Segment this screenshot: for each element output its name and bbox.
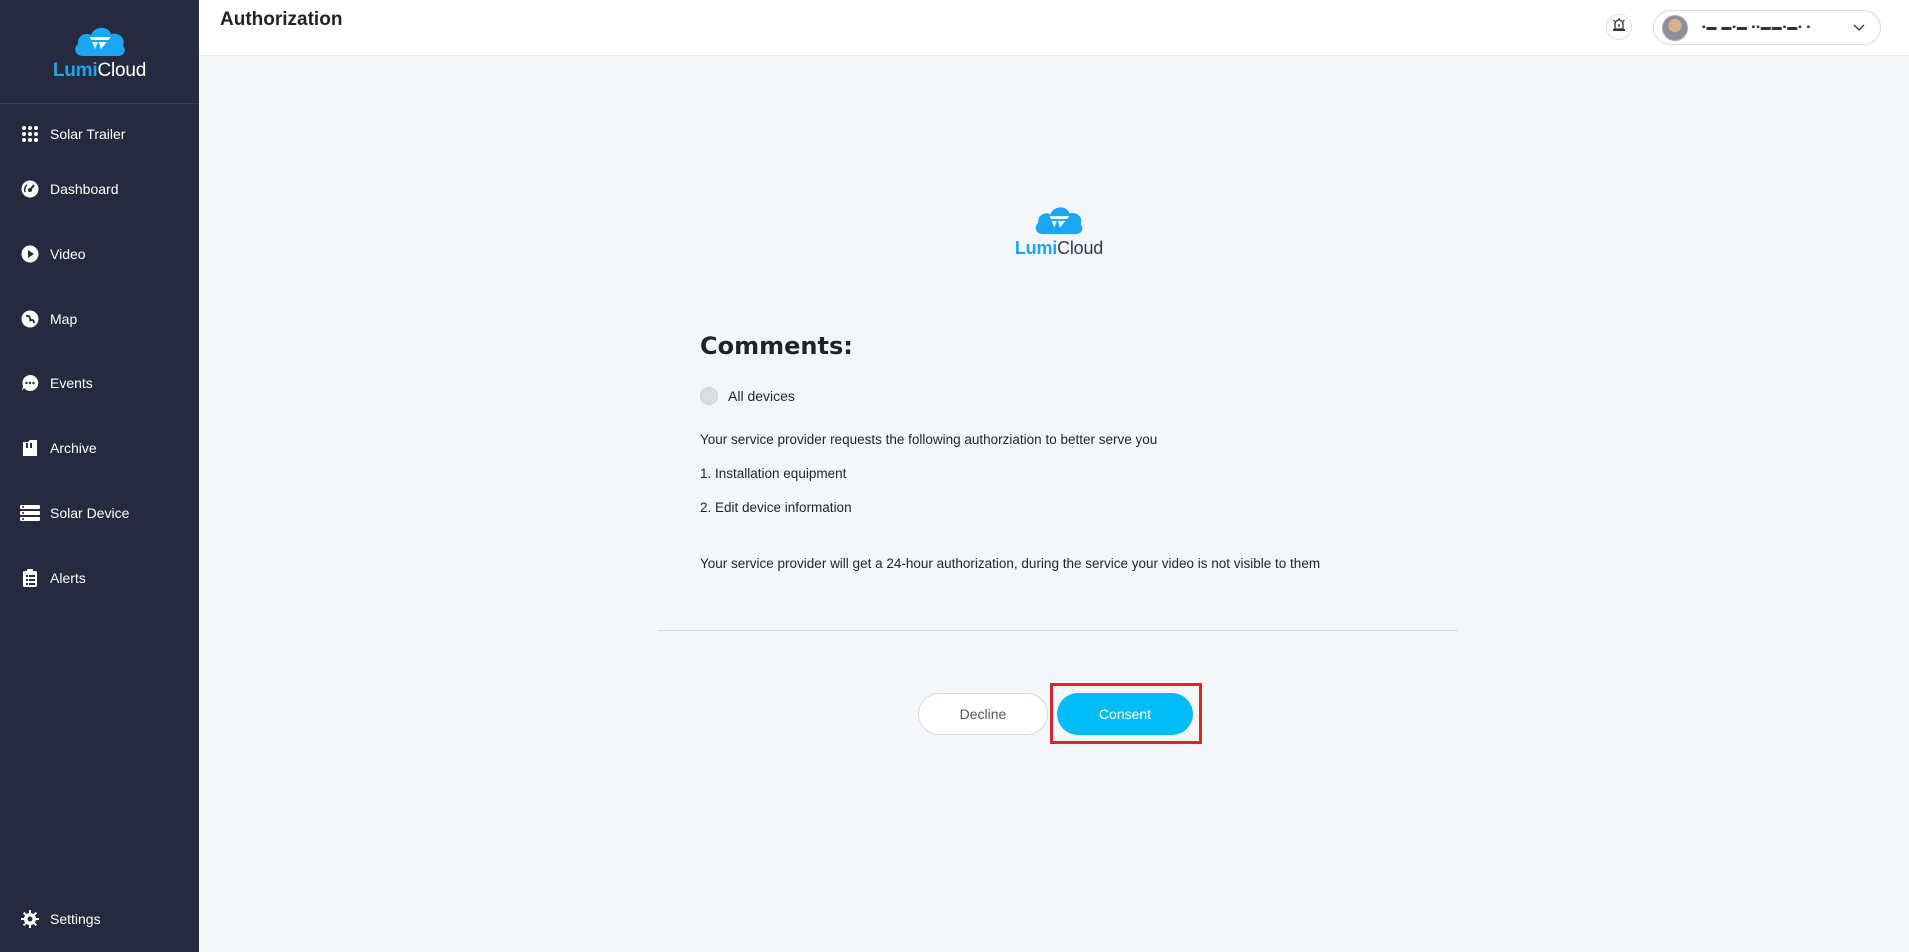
brand-cloud: Cloud (97, 59, 147, 81)
center-logo-text: LumiCloud (1015, 238, 1103, 259)
sidebar-item-archive[interactable]: Archive (0, 428, 199, 468)
sidebar-item-settings[interactable]: Settings (0, 899, 199, 939)
decline-button[interactable]: Decline (918, 693, 1048, 735)
page-title: Authorization (220, 9, 343, 30)
brand-lumi: Lumi (1014, 238, 1058, 258)
sidebar-item-label: Alerts (50, 570, 86, 586)
permission-item-1: 1. Installation equipment (700, 466, 847, 481)
sidebar-logo-text: LumiCloud (53, 60, 146, 82)
chat-bubble-icon (20, 373, 40, 393)
gauge-icon (20, 179, 40, 199)
sidebar-item-events[interactable]: Events (0, 363, 199, 403)
permission-item-2: 2. Edit device information (700, 500, 852, 515)
main-content: LumiCloud Comments: All devices Your ser… (199, 56, 1909, 952)
comments-title: Comments: (700, 332, 853, 360)
lumicloud-logo-icon (1035, 207, 1083, 235)
sidebar-item-alerts[interactable]: Alerts (0, 558, 199, 598)
all-devices-radio-row[interactable]: All devices (700, 387, 795, 405)
folder-icon (20, 438, 40, 458)
all-devices-radio[interactable] (700, 387, 718, 405)
lumicloud-logo-icon (74, 27, 125, 56)
avatar (1662, 14, 1688, 41)
sidebar-item-label: Events (50, 375, 93, 391)
sidebar-item-video[interactable]: Video (0, 234, 199, 274)
user-name: ▪▬ ▬▪▬ ▪▪▬▬▪▬▪ ▪ (1702, 22, 1812, 33)
brand-lumi: Lumi (52, 59, 98, 81)
sidebar: LumiCloud Solar Trailer Dashboard Video … (0, 0, 199, 952)
sidebar-item-label: Archive (50, 440, 97, 456)
server-icon (20, 503, 40, 523)
brand-cloud: Cloud (1057, 238, 1104, 258)
user-menu[interactable]: ▪▬ ▬▪▬ ▪▪▬▬▪▬▪ ▪ (1653, 10, 1881, 45)
grid-icon (20, 124, 40, 144)
consent-button[interactable]: Consent (1057, 693, 1193, 735)
sidebar-item-label: Video (50, 246, 86, 262)
request-text: Your service provider requests the follo… (700, 432, 1158, 447)
sidebar-item-label: Settings (50, 911, 101, 927)
sidebar-item-solar-trailer[interactable]: Solar Trailer (0, 114, 199, 154)
gear-icon (20, 909, 40, 929)
sidebar-logo[interactable]: LumiCloud (0, 0, 199, 104)
sidebar-item-solar-device[interactable]: Solar Device (0, 493, 199, 533)
chevron-down-icon (1852, 20, 1866, 34)
sidebar-item-label: Map (50, 311, 78, 327)
top-header: Authorization ▪▬ ▬▪▬ ▪▪▬▬▪▬▪ ▪ (199, 0, 1909, 56)
sidebar-item-label: Solar Device (50, 505, 130, 521)
alarm-icon (1612, 17, 1626, 37)
divider (658, 630, 1458, 631)
map-leaf-icon (20, 309, 40, 329)
sidebar-item-dashboard[interactable]: Dashboard (0, 169, 199, 209)
authorization-note: Your service provider will get a 24-hour… (700, 556, 1321, 571)
all-devices-label: All devices (728, 388, 795, 404)
alarm-button[interactable] (1606, 14, 1632, 40)
center-logo: LumiCloud (1009, 202, 1109, 259)
clipboard-list-icon (20, 568, 40, 588)
play-icon (20, 244, 40, 264)
sidebar-item-map[interactable]: Map (0, 299, 199, 339)
sidebar-item-label: Dashboard (50, 181, 119, 197)
sidebar-item-label: Solar Trailer (50, 126, 126, 142)
